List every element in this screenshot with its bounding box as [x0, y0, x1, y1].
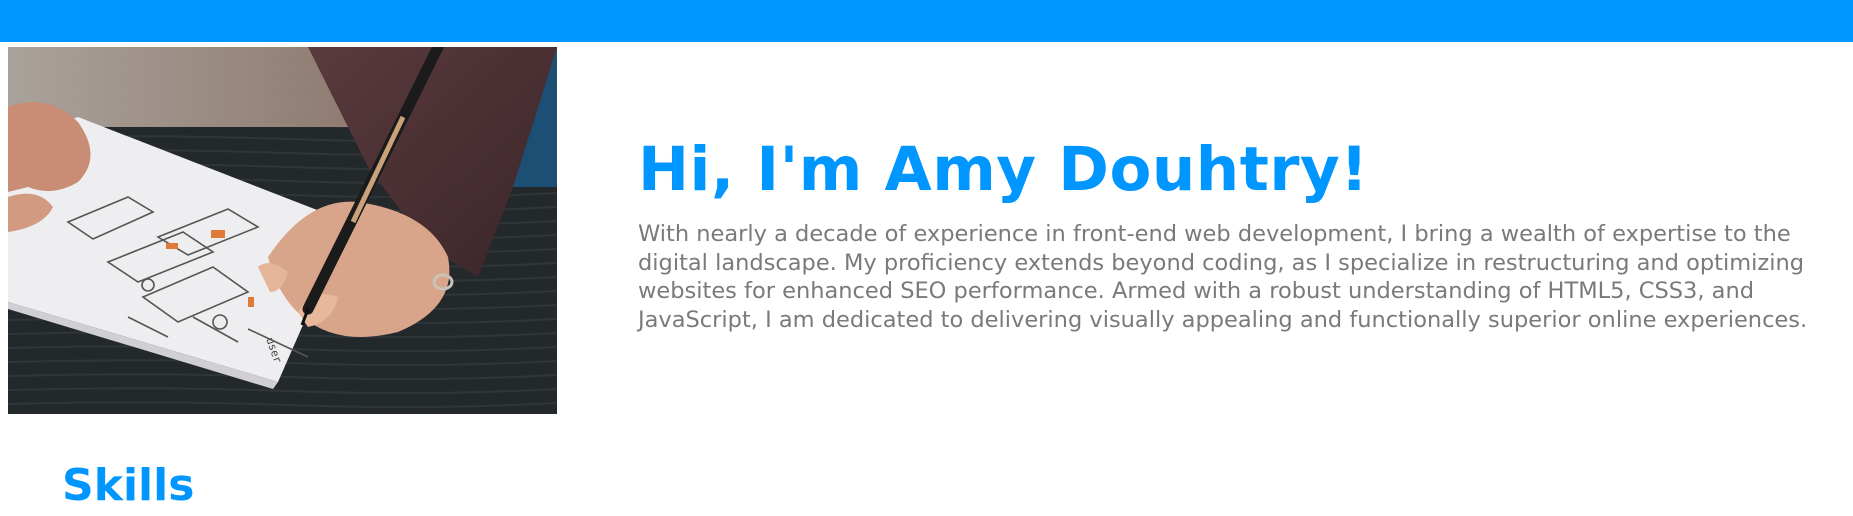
hand-sketching-wireframe-photo: user: [8, 47, 557, 414]
intro-section: Hi, I'm Amy Douhtry! With nearly a decad…: [638, 130, 1838, 334]
hero-heading: Hi, I'm Amy Douhtry!: [638, 134, 1369, 205]
top-header-bar: [0, 0, 1853, 42]
hero-image: user: [8, 47, 557, 414]
skills-heading: Skills: [62, 460, 195, 511]
bio-text: With nearly a decade of experience in fr…: [638, 221, 1808, 333]
